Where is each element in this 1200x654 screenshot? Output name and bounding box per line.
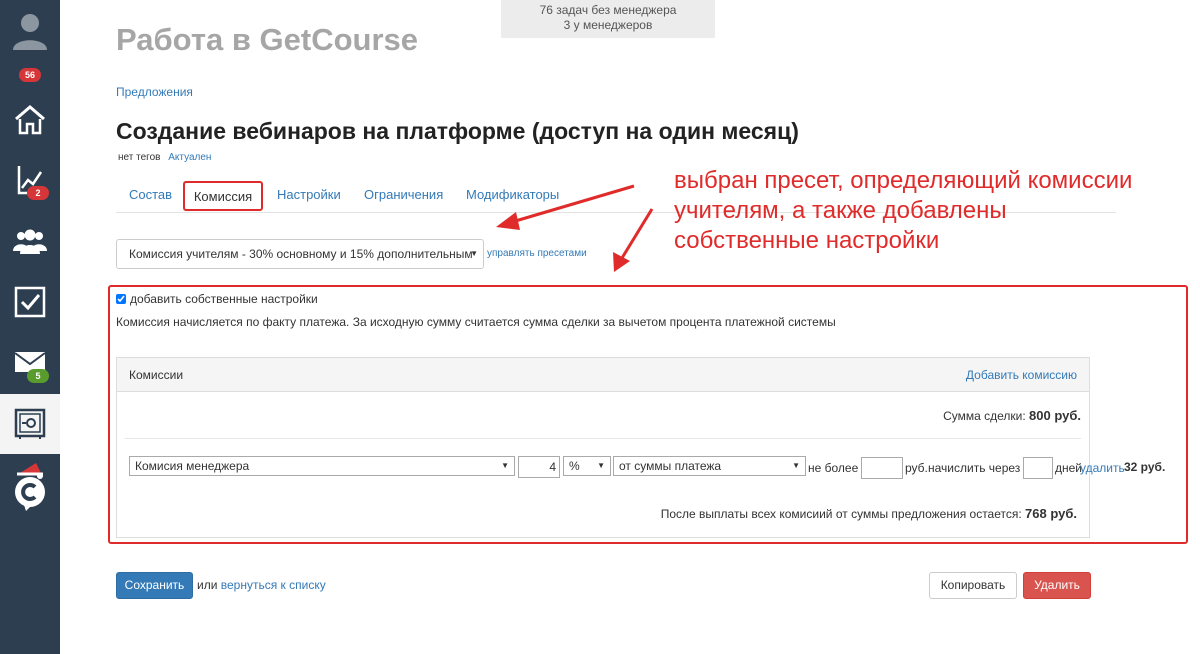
users-icon	[13, 229, 47, 254]
checkbox-icon	[14, 286, 46, 318]
getcourse-logo-icon	[15, 463, 45, 511]
breadcrumb[interactable]: Предложения	[116, 85, 193, 99]
annotation-line-2: учителям, а также добавлены	[674, 197, 1007, 224]
save-button[interactable]: Сохранить	[116, 572, 193, 599]
commissions-title: Комиссии	[129, 368, 184, 382]
chevron-down-icon: ▼	[792, 461, 800, 470]
delete-button[interactable]: Удалить	[1023, 572, 1091, 599]
add-commission-link[interactable]: Добавить комиссию	[966, 368, 1077, 382]
no-more-label: не более	[808, 461, 859, 475]
commission-note: Комиссия начисляется по факту платежа. З…	[116, 315, 836, 329]
rub-label: руб.	[905, 461, 928, 475]
panel-divider	[125, 438, 1081, 439]
chevron-down-icon: ▼	[470, 249, 478, 258]
sidebar-item-getcourse[interactable]	[0, 456, 60, 516]
home-icon	[15, 105, 45, 135]
sidebar-item-stats[interactable]	[0, 150, 60, 210]
sidebar-item-sales[interactable]	[0, 394, 60, 454]
notice-line-1: 76 задач без менеджера	[539, 3, 677, 17]
commission-unit-value: %	[569, 459, 580, 473]
commission-recipient-select[interactable]: Комисия менеджера ▼	[129, 456, 515, 476]
sidebar-item-tasks[interactable]	[0, 272, 60, 332]
copy-button[interactable]: Копировать	[929, 572, 1017, 599]
tasks-notice[interactable]: 76 задач без менеджера 3 у менеджеров	[501, 0, 715, 38]
commissions-panel-header: Комиссии Добавить комиссию	[117, 358, 1089, 392]
sidebar-item-profile[interactable]	[0, 0, 60, 60]
sidebar-item-home[interactable]	[0, 90, 60, 150]
preset-select[interactable]: Комиссия учителям - 30% основному и 15% …	[116, 239, 484, 269]
commission-base-select[interactable]: от суммы платежа ▼	[613, 456, 806, 476]
charge-after-label: начислить через	[928, 461, 1021, 475]
chevron-down-icon: ▼	[597, 461, 605, 470]
own-settings-label: добавить собственные настройки	[130, 292, 318, 306]
notice-line-2: 3 у менеджеров	[563, 18, 653, 32]
own-settings-checkbox[interactable]	[116, 294, 126, 304]
app-title: Работа в GetCourse	[116, 22, 419, 57]
tab-settings[interactable]: Настройки	[277, 181, 341, 211]
sidebar-item-messages[interactable]	[0, 332, 60, 392]
page-title: Создание вебинаров на платформе (доступ …	[116, 118, 799, 144]
days-input[interactable]	[1023, 457, 1053, 479]
tab-composition[interactable]: Состав	[129, 181, 172, 211]
back-to-list-row: или вернуться к списку	[197, 578, 326, 592]
stats-badge: 2	[27, 186, 49, 200]
manage-presets-link[interactable]: управлять пресетами	[487, 248, 587, 259]
own-settings-checkbox-row[interactable]: добавить собственные настройки	[116, 292, 318, 306]
remaining-sum-label: После выплаты всех комисиий от суммы пре…	[660, 507, 1022, 521]
commissions-panel: Комиссии Добавить комиссию Сумма сделки:…	[116, 357, 1090, 538]
commission-base-value: от суммы платежа	[619, 459, 722, 473]
or-label: или	[197, 578, 218, 592]
commission-amount-input[interactable]: 4	[518, 456, 560, 478]
delete-commission-link[interactable]: удалить	[1080, 461, 1125, 475]
user-avatar-icon	[13, 14, 47, 50]
commission-total: 32 руб.	[1124, 460, 1166, 474]
tab-commission[interactable]: Комиссия	[183, 181, 263, 211]
sidebar-item-users[interactable]	[0, 212, 60, 272]
commission-unit-select[interactable]: % ▼	[563, 456, 611, 476]
notifications-badge: 56	[19, 68, 41, 82]
tab-restrictions[interactable]: Ограничения	[364, 181, 443, 211]
remaining-sum: После выплаты всех комисиий от суммы пре…	[661, 506, 1077, 521]
annotation-line-1: выбран пресет, определяющий комиссии	[674, 167, 1133, 194]
commission-recipient-value: Комисия менеджера	[135, 459, 250, 473]
deal-sum-value: 800 руб.	[1029, 408, 1081, 423]
messages-badge: 5	[27, 369, 49, 383]
preset-selected-value: Комиссия учителям - 30% основному и 15% …	[129, 247, 473, 261]
tags-label: нет тегов	[118, 152, 161, 163]
safe-icon	[14, 408, 46, 439]
days-label: дней	[1055, 461, 1083, 475]
status-link[interactable]: Актуален	[168, 152, 211, 163]
deal-sum: Сумма сделки: 800 руб.	[943, 408, 1081, 423]
back-to-list-link[interactable]: вернуться к списку	[221, 578, 326, 592]
chevron-down-icon: ▼	[501, 461, 509, 470]
sidebar: 56 2 5	[0, 0, 60, 654]
annotation-line-3: собственные настройки	[674, 227, 940, 254]
deal-sum-label: Сумма сделки:	[943, 409, 1026, 423]
tab-modifiers[interactable]: Модификаторы	[466, 181, 559, 211]
tags-line: нет тегов Актуален	[118, 152, 211, 163]
remaining-sum-value: 768 руб.	[1025, 506, 1077, 521]
max-amount-input[interactable]	[861, 457, 903, 479]
main-content: 76 задач без менеджера 3 у менеджеров Ра…	[60, 0, 1200, 654]
annotation-text: выбран пресет, определяющий комиссии учи…	[674, 166, 1194, 256]
